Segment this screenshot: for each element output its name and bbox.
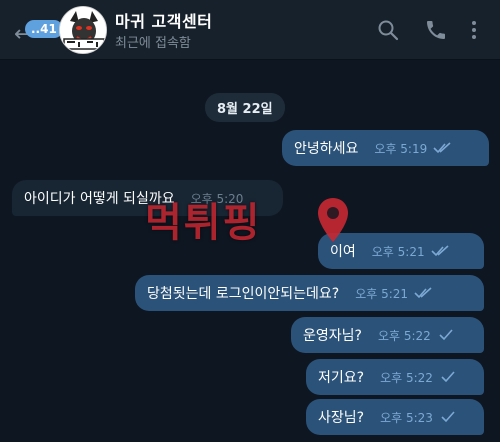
message-text: 당첨됫는데 로그인이안되는데요? bbox=[147, 286, 340, 302]
message-bubble-incoming[interactable]: 아이디가 어떻게 되실까요 오후 5:20 bbox=[12, 180, 283, 216]
message-bubble-outgoing[interactable]: 당첨됫는데 로그인이안되는데요? 오후 5:21 bbox=[135, 275, 484, 311]
message-meta: 오후 5:22 bbox=[380, 369, 457, 386]
unread-count-badge: ..41 bbox=[25, 20, 63, 38]
date-separator: 8월 22일 bbox=[205, 93, 285, 122]
message-meta: 오후 5:20 bbox=[191, 190, 244, 207]
single-check-icon bbox=[439, 329, 453, 341]
message-meta: 오후 5:21 bbox=[355, 285, 432, 302]
message-text: 안녕하세요 bbox=[294, 141, 359, 157]
message-meta: 오후 5:23 bbox=[380, 409, 457, 426]
message-text: 아이디가 어떻게 되실까요 bbox=[24, 191, 175, 207]
message-time: 오후 5:21 bbox=[355, 286, 409, 301]
message-text: 사장님? bbox=[318, 410, 365, 426]
message-meta: 오후 5:22 bbox=[378, 327, 455, 344]
message-bubble-outgoing[interactable]: 저기요? 오후 5:22 bbox=[306, 359, 484, 395]
chat-title[interactable]: 마귀 고객센터 bbox=[115, 8, 212, 32]
more-vertical-icon[interactable] bbox=[462, 18, 486, 42]
message-time: 오후 5:19 bbox=[374, 141, 428, 156]
message-text: 이여 bbox=[330, 244, 356, 260]
message-time: 오후 5:23 bbox=[380, 410, 433, 425]
back-button[interactable]: ← ..41 bbox=[8, 14, 63, 46]
message-meta: 오후 5:21 bbox=[372, 243, 449, 260]
message-time: 오후 5:22 bbox=[377, 328, 431, 343]
single-check-icon bbox=[441, 371, 455, 383]
message-bubble-outgoing[interactable]: 이여 오후 5:21 bbox=[318, 233, 484, 269]
search-icon[interactable] bbox=[376, 18, 400, 42]
avatar[interactable] bbox=[59, 6, 107, 54]
message-text: 저기요? bbox=[318, 370, 365, 386]
double-check-icon bbox=[433, 142, 451, 154]
message-bubble-outgoing[interactable]: 운영자님? 오후 5:22 bbox=[291, 317, 484, 353]
message-time: 오후 5:21 bbox=[371, 244, 425, 259]
message-time: 오후 5:20 bbox=[190, 191, 244, 206]
double-check-icon bbox=[414, 287, 432, 299]
message-text: 운영자님? bbox=[303, 328, 362, 344]
message-time: 오후 5:22 bbox=[380, 370, 433, 385]
message-list[interactable]: 8월 22일 안녕하세요 오후 5:19 아이디가 어떻게 되실까요 오후 5:… bbox=[0, 61, 500, 442]
chat-status: 최근에 접속함 bbox=[115, 36, 191, 51]
message-meta: 오후 5:19 bbox=[374, 140, 451, 157]
double-check-icon bbox=[431, 245, 449, 257]
message-bubble-outgoing[interactable]: 사장님? 오후 5:23 bbox=[306, 399, 484, 435]
devil-logo-icon bbox=[60, 7, 106, 53]
single-check-icon bbox=[441, 411, 455, 423]
phone-icon[interactable] bbox=[424, 18, 448, 42]
chat-header: ← ..41 마귀 고객센터 최근에 접속함 bbox=[0, 0, 500, 60]
message-bubble-outgoing[interactable]: 안녕하세요 오후 5:19 bbox=[282, 130, 489, 166]
